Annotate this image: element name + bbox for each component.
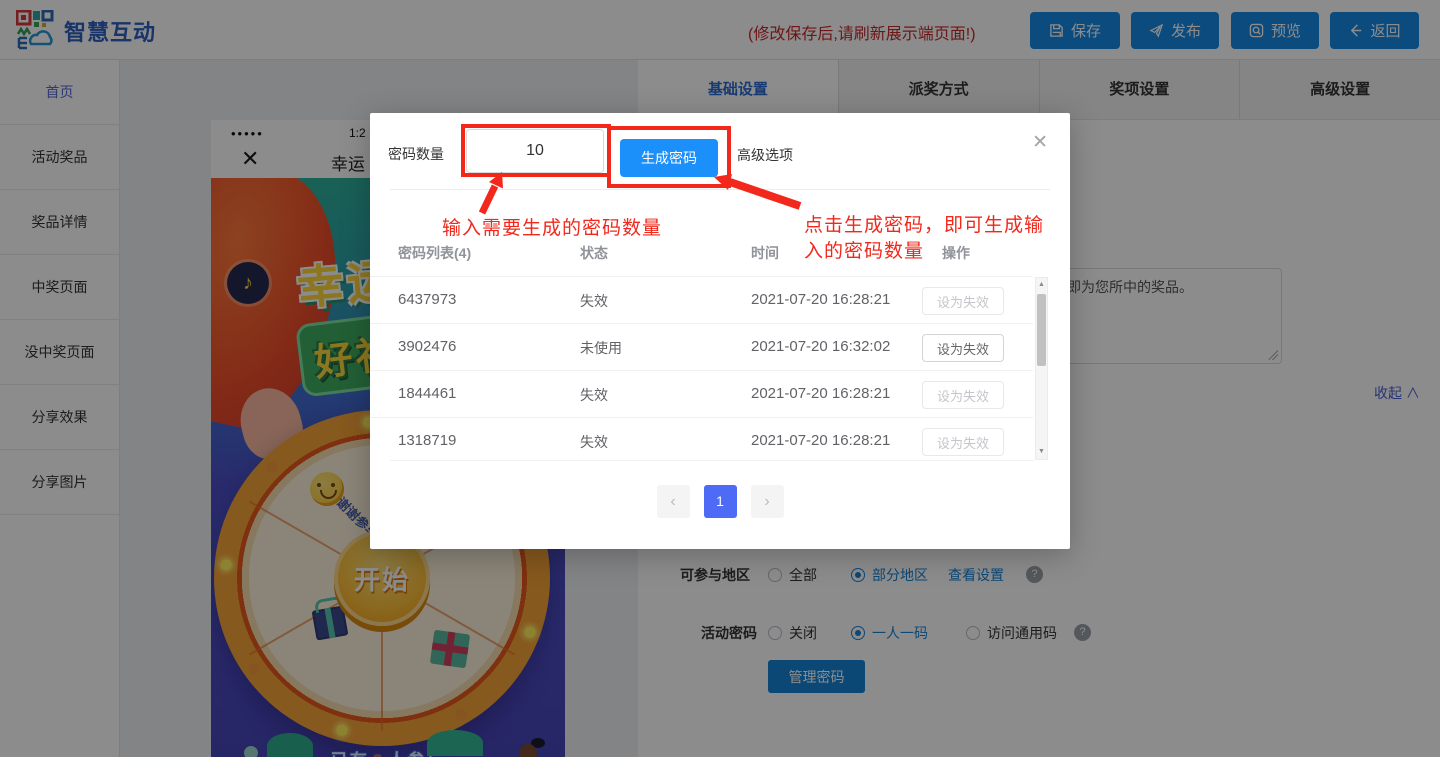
table-scrollbar[interactable]: ▲ ▼ [1035, 277, 1048, 460]
pagination-page-1[interactable]: 1 [704, 485, 737, 518]
scrollbar-down-arrow[interactable]: ▼ [1036, 445, 1047, 459]
table-row: 6437973 失效 2021-07-20 16:28:21 设为失效 [370, 277, 1033, 324]
password-code: 1318719 [398, 432, 456, 449]
password-status: 未使用 [580, 338, 622, 358]
generate-password-button[interactable]: 生成密码 [620, 139, 718, 177]
pagination: ‹ 1 › [370, 485, 1070, 518]
password-time: 2021-07-20 16:28:21 [751, 432, 890, 449]
table-row: 1844461 失效 2021-07-20 16:28:21 设为失效 [370, 371, 1033, 418]
pagination-prev-button[interactable]: ‹ [657, 485, 690, 518]
set-invalid-button[interactable]: 设为失效 [922, 287, 1004, 315]
password-status: 失效 [580, 291, 608, 311]
password-code: 1844461 [398, 385, 456, 402]
password-time: 2021-07-20 16:28:21 [751, 385, 890, 402]
table-row: 1318719 失效 2021-07-20 16:28:21 设为失效 [370, 418, 1033, 460]
table-bottom-divider [390, 460, 1034, 461]
password-code: 6437973 [398, 291, 456, 308]
set-invalid-button[interactable]: 设为失效 [922, 334, 1004, 362]
password-code: 3902476 [398, 338, 456, 355]
annotation-note-generate: 点击生成密码，即可生成输 入的密码数量 [804, 213, 1084, 265]
scrollbar-up-arrow[interactable]: ▲ [1036, 278, 1047, 292]
column-header-time: 时间 [751, 243, 779, 263]
password-time: 2021-07-20 16:28:21 [751, 291, 890, 308]
password-manager-modal: 密码数量 生成密码 高级选项 ✕ 密码列表(4) 状态 时间 操作 643797… [370, 113, 1070, 549]
column-header-password-list: 密码列表(4) [398, 243, 471, 263]
set-invalid-button[interactable]: 设为失效 [922, 428, 1004, 456]
password-status: 失效 [580, 432, 608, 452]
modal-divider [390, 189, 1050, 190]
scrollbar-thumb[interactable] [1037, 294, 1046, 366]
set-invalid-button[interactable]: 设为失效 [922, 381, 1004, 409]
password-status: 失效 [580, 385, 608, 405]
column-header-status: 状态 [580, 243, 608, 263]
password-table-scroll-area: 6437973 失效 2021-07-20 16:28:21 设为失效 3902… [370, 276, 1033, 460]
modal-close-icon[interactable]: ✕ [1032, 131, 1048, 154]
annotation-note-input: 输入需要生成的密码数量 [442, 216, 662, 242]
password-quantity-input[interactable] [466, 129, 604, 173]
password-quantity-label: 密码数量 [388, 144, 444, 164]
password-time: 2021-07-20 16:32:02 [751, 338, 890, 355]
table-row: 3902476 未使用 2021-07-20 16:32:02 设为失效 [370, 324, 1033, 371]
pagination-next-button[interactable]: › [751, 485, 784, 518]
advanced-options-link[interactable]: 高级选项 [737, 145, 793, 165]
